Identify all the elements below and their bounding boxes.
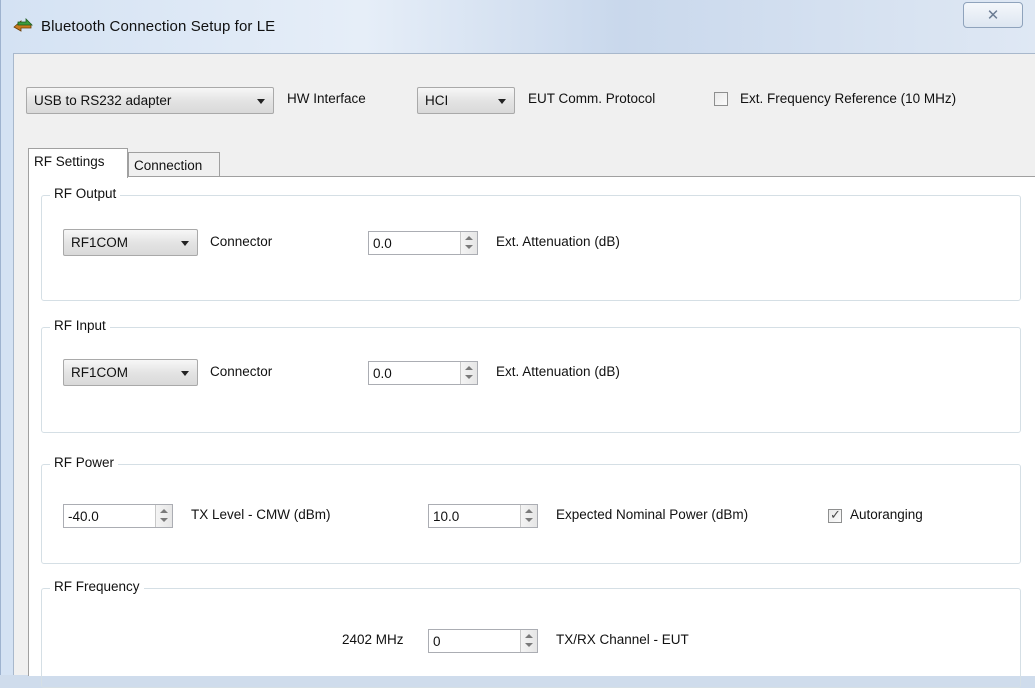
ext-frequency-checkbox[interactable] (714, 92, 728, 106)
protocol-value: HCI (425, 93, 449, 108)
rf-input-connector-label: Connector (210, 364, 273, 379)
rf-power-group: RF Power -40.0 TX Level - CMW (dBm) 10.0… (41, 455, 1021, 564)
rf-input-title: RF Input (50, 318, 110, 333)
autoranging-checkbox[interactable]: ✓ (828, 507, 842, 523)
frequency-readout: 2402 MHz (342, 632, 404, 647)
tab-rf-settings[interactable]: RF Settings (28, 148, 128, 178)
tab-rf-settings-label: RF Settings (34, 154, 105, 169)
rf-output-connector-label: Connector (210, 234, 273, 249)
rf-input-attenuation-value: 0.0 (373, 366, 392, 381)
chevron-down-icon (181, 371, 189, 376)
rf-output-attenuation-value: 0.0 (373, 236, 392, 251)
chevron-down-icon (257, 99, 265, 104)
rf-input-attenuation-label: Ext. Attenuation (dB) (496, 364, 620, 379)
rf-output-attenuation-spinner[interactable]: 0.0 (368, 231, 478, 255)
dialog-client-area: USB to RS232 adapter HW Interface HCI EU… (13, 53, 1035, 688)
channel-spinner[interactable]: 0 (428, 629, 538, 653)
checkmark-icon: ✓ (830, 507, 841, 522)
hw-interface-select[interactable]: USB to RS232 adapter (26, 87, 274, 114)
spin-arrows-icon[interactable] (460, 362, 477, 384)
rf-input-connector-select[interactable]: RF1COM (63, 359, 198, 386)
bluetooth-arrows-icon (13, 18, 33, 32)
tab-connection-label: Connection (134, 158, 203, 173)
rf-output-connector-value: RF1COM (71, 235, 128, 250)
rf-output-group: RF Output RF1COM Connector 0.0 Ext. Atte… (41, 186, 1021, 301)
expected-power-value: 10.0 (433, 509, 460, 524)
close-button[interactable]: ✕ (963, 2, 1023, 28)
autoranging-label: Autoranging (850, 507, 923, 522)
rf-output-title: RF Output (50, 186, 121, 201)
protocol-select[interactable]: HCI (417, 87, 515, 114)
rf-input-attenuation-spinner[interactable]: 0.0 (368, 361, 478, 385)
expected-power-label: Expected Nominal Power (dBm) (556, 507, 749, 522)
rf-output-connector-select[interactable]: RF1COM (63, 229, 198, 256)
ext-frequency-label: Ext. Frequency Reference (10 MHz) (740, 91, 957, 106)
rf-output-attenuation-label: Ext. Attenuation (dB) (496, 234, 620, 249)
rf-frequency-title: RF Frequency (50, 579, 144, 594)
title-bar[interactable]: Bluetooth Connection Setup for LE ✕ (1, 0, 1035, 50)
rf-input-group: RF Input RF1COM Connector 0.0 Ext. Atten… (41, 318, 1021, 433)
tx-level-label: TX Level - CMW (dBm) (191, 507, 331, 522)
chevron-down-icon (498, 99, 506, 104)
tx-level-spinner[interactable]: -40.0 (63, 504, 173, 528)
rf-power-title: RF Power (50, 455, 119, 470)
channel-label: TX/RX Channel - EUT (556, 632, 689, 647)
rf-frequency-group: RF Frequency 2402 MHz 0 TX/RX Channel - … (41, 579, 1021, 688)
rf-settings-panel: RF Output RF1COM Connector 0.0 Ext. Atte… (28, 176, 1035, 688)
spin-arrows-icon[interactable] (460, 232, 477, 254)
channel-value: 0 (433, 634, 441, 649)
window-title: Bluetooth Connection Setup for LE (41, 18, 276, 35)
hw-interface-label: HW Interface (287, 91, 366, 106)
chevron-down-icon (181, 241, 189, 246)
tab-connection[interactable]: Connection (128, 152, 220, 178)
rf-input-connector-value: RF1COM (71, 365, 128, 380)
hw-interface-value: USB to RS232 adapter (34, 93, 172, 108)
spin-arrows-icon[interactable] (520, 505, 537, 527)
dialog-window: Bluetooth Connection Setup for LE ✕ USB … (0, 0, 1035, 688)
spin-arrows-icon[interactable] (520, 630, 537, 652)
protocol-label: EUT Comm. Protocol (528, 91, 656, 106)
spin-arrows-icon[interactable] (155, 505, 172, 527)
close-icon: ✕ (986, 7, 1000, 24)
tx-level-value: -40.0 (68, 509, 99, 524)
expected-power-spinner[interactable]: 10.0 (428, 504, 538, 528)
